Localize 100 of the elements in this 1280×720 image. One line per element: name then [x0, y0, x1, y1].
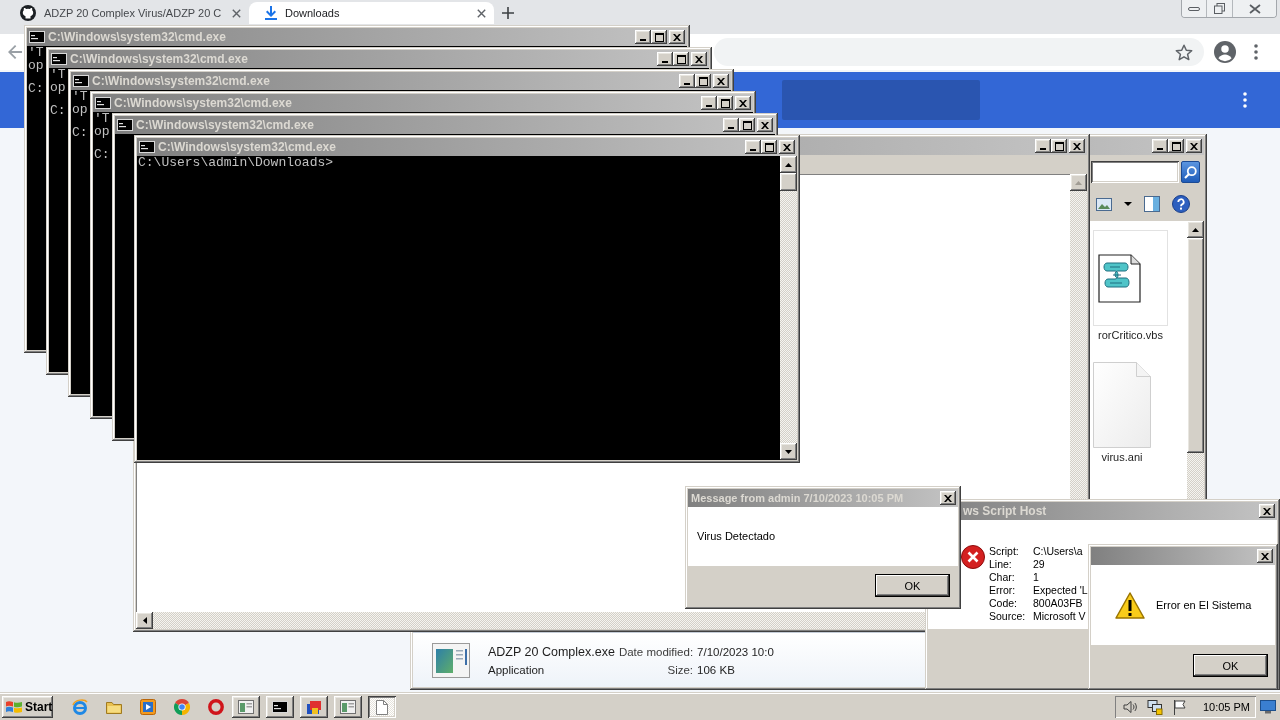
field-value: 7/10/2023 10:0 — [697, 645, 774, 658]
browser-tab[interactable]: ADZP 20 Complex Virus/ADZP 20 C — [4, 2, 249, 24]
browser-logo-icon[interactable] — [174, 699, 190, 715]
maximize-button[interactable] — [695, 74, 711, 88]
close-icon[interactable] — [232, 8, 241, 18]
close-icon — [1073, 142, 1081, 150]
taskbar-button[interactable] — [334, 696, 362, 718]
flag-icon[interactable] — [1172, 699, 1187, 715]
field-value: Microsoft V — [1033, 610, 1087, 623]
file-item[interactable]: virus.ani — [1093, 362, 1151, 463]
minimize-icon — [662, 61, 668, 63]
desktop-icon[interactable] — [1260, 700, 1276, 714]
menu-icon[interactable] — [1243, 92, 1247, 108]
field-value: C:\Users\a — [1033, 545, 1084, 558]
scroll-up-button[interactable] — [780, 156, 797, 173]
search-field[interactable] — [782, 80, 980, 120]
maximize-button[interactable] — [673, 52, 689, 66]
taskbar-button[interactable] — [266, 696, 294, 718]
minimize-button[interactable] — [745, 140, 761, 154]
folder-icon[interactable] — [106, 700, 122, 714]
speaker-icon[interactable] — [1122, 700, 1137, 714]
close-button[interactable] — [1186, 139, 1202, 153]
close-button[interactable] — [669, 30, 685, 44]
close-button[interactable] — [779, 140, 795, 154]
minimize-button[interactable] — [679, 74, 695, 88]
ring-logo-icon[interactable] — [208, 699, 224, 715]
caret-icon[interactable] — [1124, 202, 1132, 206]
pane-icon[interactable] — [1144, 196, 1160, 212]
scrollbar-thumb[interactable] — [780, 173, 797, 191]
picture-icon[interactable] — [1096, 197, 1112, 211]
window-title: ws Script Host — [963, 504, 1047, 518]
minimize-icon — [750, 149, 756, 151]
browser-tab[interactable]: Downloads — [249, 2, 494, 24]
profile-icon[interactable] — [1214, 41, 1236, 63]
field-value: Expected 'L — [1033, 584, 1088, 597]
minimize-icon — [1188, 6, 1200, 11]
back-arrow-icon[interactable] — [8, 45, 22, 59]
plus-icon[interactable] — [502, 7, 514, 19]
maximize-icon — [1171, 141, 1181, 151]
star-icon[interactable] — [1175, 43, 1193, 61]
minimize-button[interactable] — [723, 118, 739, 132]
minimize-button[interactable] — [701, 96, 717, 110]
scroll-left-button[interactable] — [136, 612, 153, 629]
warning-icon — [1115, 591, 1145, 619]
close-icon[interactable] — [477, 8, 486, 18]
file-item[interactable]: rorCritico.vbs — [1093, 230, 1168, 341]
vertical-scrollbar[interactable] — [780, 156, 797, 460]
console-line: op — [72, 103, 88, 116]
close-button[interactable] — [757, 118, 773, 132]
maximize-icon — [654, 32, 664, 42]
maximize-icon — [742, 120, 752, 130]
scroll-up-button[interactable] — [1187, 221, 1204, 238]
close-button[interactable] — [1259, 504, 1275, 518]
field-label: Date modified: — [618, 645, 694, 658]
scroll-up-button[interactable] — [1070, 174, 1087, 191]
menu-icon[interactable] — [1254, 44, 1258, 60]
minimize-button[interactable] — [657, 52, 673, 66]
close-button[interactable] — [940, 491, 956, 505]
console-icon — [29, 31, 45, 43]
close-icon — [717, 77, 725, 85]
help-icon[interactable] — [1172, 195, 1190, 213]
field-value: 29 — [1033, 558, 1046, 571]
taskbar-button[interactable] — [368, 696, 396, 718]
close-button[interactable] — [1069, 139, 1085, 153]
console-icon — [272, 701, 288, 713]
close-icon — [1261, 552, 1269, 560]
restore-icon — [1214, 3, 1225, 14]
maximize-button[interactable] — [761, 140, 777, 154]
network-icon[interactable] — [1146, 699, 1163, 715]
window-title: C:\Windows\system32\cmd.exe — [48, 30, 226, 44]
taskbar-button[interactable] — [300, 696, 328, 718]
maximize-button[interactable] — [1168, 139, 1184, 153]
window-title: C:\Windows\system32\cmd.exe — [136, 118, 314, 132]
console-line: C: — [28, 82, 44, 95]
console-icon — [95, 97, 111, 109]
maximize-button[interactable] — [651, 30, 667, 44]
search-button[interactable] — [1181, 161, 1200, 183]
console-icon — [51, 53, 67, 65]
close-button[interactable] — [691, 52, 707, 66]
maximize-button[interactable] — [717, 96, 733, 110]
window-title: C:\Windows\system32\cmd.exe — [92, 74, 270, 88]
application-icon — [432, 642, 470, 678]
ok-button[interactable]: OK — [875, 574, 950, 597]
taskbar-button[interactable] — [232, 696, 260, 718]
scroll-down-button[interactable] — [780, 443, 797, 460]
minimize-button[interactable] — [1152, 139, 1168, 153]
start-button[interactable]: Start — [2, 696, 53, 718]
maximize-button[interactable] — [739, 118, 755, 132]
ok-button[interactable]: OK — [1193, 654, 1268, 677]
maximize-button[interactable] — [1051, 139, 1067, 153]
up-arrow-icon — [1075, 180, 1082, 185]
minimize-button[interactable] — [635, 30, 651, 44]
play-icon[interactable] — [140, 699, 156, 715]
close-button[interactable] — [1257, 549, 1273, 563]
close-button[interactable] — [735, 96, 751, 110]
search-field[interactable] — [1091, 161, 1179, 183]
minimize-button[interactable] — [1035, 139, 1051, 153]
close-button[interactable] — [713, 74, 729, 88]
scrollbar-thumb[interactable] — [1187, 238, 1204, 453]
field-label: Script: — [989, 545, 1020, 558]
